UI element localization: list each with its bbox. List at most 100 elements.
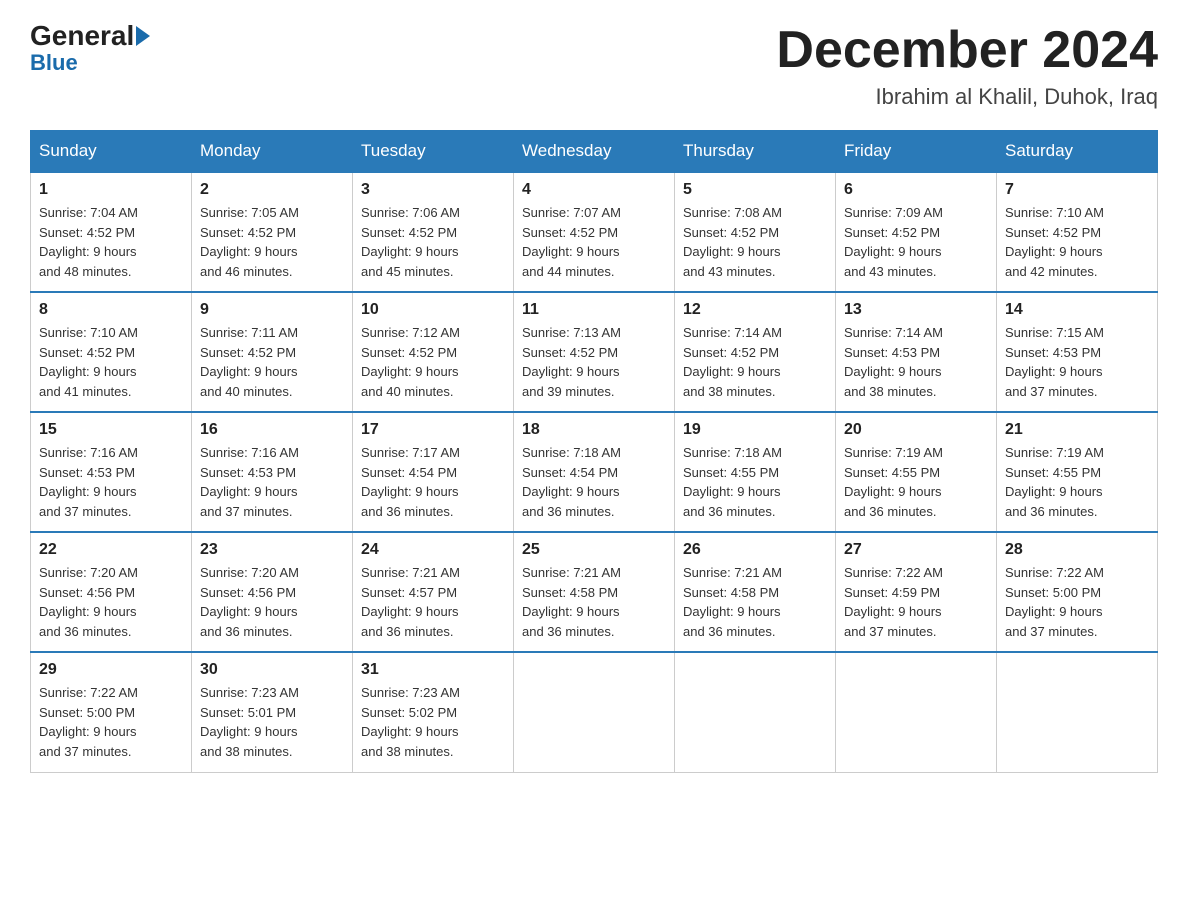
day-cell-empty xyxy=(997,652,1158,772)
day-info: Sunrise: 7:13 AMSunset: 4:52 PMDaylight:… xyxy=(522,323,666,401)
day-number: 14 xyxy=(1005,301,1149,319)
day-cell-13: 13 Sunrise: 7:14 AMSunset: 4:53 PMDaylig… xyxy=(836,292,997,412)
day-number: 22 xyxy=(39,541,183,559)
day-info: Sunrise: 7:06 AMSunset: 4:52 PMDaylight:… xyxy=(361,203,505,281)
day-info: Sunrise: 7:20 AMSunset: 4:56 PMDaylight:… xyxy=(200,563,344,641)
day-number: 7 xyxy=(1005,181,1149,199)
week-row-5: 29 Sunrise: 7:22 AMSunset: 5:00 PMDaylig… xyxy=(31,652,1158,772)
logo-blue-text: Blue xyxy=(30,50,78,76)
day-info: Sunrise: 7:09 AMSunset: 4:52 PMDaylight:… xyxy=(844,203,988,281)
day-cell-18: 18 Sunrise: 7:18 AMSunset: 4:54 PMDaylig… xyxy=(514,412,675,532)
day-info: Sunrise: 7:19 AMSunset: 4:55 PMDaylight:… xyxy=(844,443,988,521)
day-info: Sunrise: 7:22 AMSunset: 5:00 PMDaylight:… xyxy=(1005,563,1149,641)
day-cell-1: 1 Sunrise: 7:04 AMSunset: 4:52 PMDayligh… xyxy=(31,172,192,292)
day-number: 13 xyxy=(844,301,988,319)
day-cell-12: 12 Sunrise: 7:14 AMSunset: 4:52 PMDaylig… xyxy=(675,292,836,412)
day-info: Sunrise: 7:05 AMSunset: 4:52 PMDaylight:… xyxy=(200,203,344,281)
day-number: 12 xyxy=(683,301,827,319)
title-area: December 2024 Ibrahim al Khalil, Duhok, … xyxy=(776,20,1158,110)
day-cell-24: 24 Sunrise: 7:21 AMSunset: 4:57 PMDaylig… xyxy=(353,532,514,652)
day-cell-7: 7 Sunrise: 7:10 AMSunset: 4:52 PMDayligh… xyxy=(997,172,1158,292)
day-number: 18 xyxy=(522,421,666,439)
day-info: Sunrise: 7:20 AMSunset: 4:56 PMDaylight:… xyxy=(39,563,183,641)
day-number: 5 xyxy=(683,181,827,199)
day-number: 16 xyxy=(200,421,344,439)
day-number: 17 xyxy=(361,421,505,439)
day-cell-15: 15 Sunrise: 7:16 AMSunset: 4:53 PMDaylig… xyxy=(31,412,192,532)
day-cell-empty xyxy=(836,652,997,772)
day-info: Sunrise: 7:23 AMSunset: 5:01 PMDaylight:… xyxy=(200,683,344,761)
day-cell-21: 21 Sunrise: 7:19 AMSunset: 4:55 PMDaylig… xyxy=(997,412,1158,532)
day-cell-26: 26 Sunrise: 7:21 AMSunset: 4:58 PMDaylig… xyxy=(675,532,836,652)
weekday-header-wednesday: Wednesday xyxy=(514,131,675,173)
week-row-4: 22 Sunrise: 7:20 AMSunset: 4:56 PMDaylig… xyxy=(31,532,1158,652)
day-cell-empty xyxy=(675,652,836,772)
day-info: Sunrise: 7:16 AMSunset: 4:53 PMDaylight:… xyxy=(39,443,183,521)
day-number: 4 xyxy=(522,181,666,199)
day-number: 23 xyxy=(200,541,344,559)
day-info: Sunrise: 7:17 AMSunset: 4:54 PMDaylight:… xyxy=(361,443,505,521)
day-number: 9 xyxy=(200,301,344,319)
day-info: Sunrise: 7:21 AMSunset: 4:57 PMDaylight:… xyxy=(361,563,505,641)
day-number: 10 xyxy=(361,301,505,319)
weekday-header-tuesday: Tuesday xyxy=(353,131,514,173)
day-info: Sunrise: 7:18 AMSunset: 4:54 PMDaylight:… xyxy=(522,443,666,521)
weekday-header-friday: Friday xyxy=(836,131,997,173)
day-cell-17: 17 Sunrise: 7:17 AMSunset: 4:54 PMDaylig… xyxy=(353,412,514,532)
day-number: 19 xyxy=(683,421,827,439)
day-number: 11 xyxy=(522,301,666,319)
day-cell-19: 19 Sunrise: 7:18 AMSunset: 4:55 PMDaylig… xyxy=(675,412,836,532)
calendar-table: SundayMondayTuesdayWednesdayThursdayFrid… xyxy=(30,130,1158,773)
day-number: 3 xyxy=(361,181,505,199)
month-title: December 2024 xyxy=(776,20,1158,80)
location-subtitle: Ibrahim al Khalil, Duhok, Iraq xyxy=(776,84,1158,110)
day-info: Sunrise: 7:22 AMSunset: 5:00 PMDaylight:… xyxy=(39,683,183,761)
day-cell-27: 27 Sunrise: 7:22 AMSunset: 4:59 PMDaylig… xyxy=(836,532,997,652)
day-number: 15 xyxy=(39,421,183,439)
day-info: Sunrise: 7:04 AMSunset: 4:52 PMDaylight:… xyxy=(39,203,183,281)
week-row-1: 1 Sunrise: 7:04 AMSunset: 4:52 PMDayligh… xyxy=(31,172,1158,292)
day-cell-11: 11 Sunrise: 7:13 AMSunset: 4:52 PMDaylig… xyxy=(514,292,675,412)
logo: General Blue xyxy=(30,20,154,76)
header: General Blue December 2024 Ibrahim al Kh… xyxy=(30,20,1158,110)
day-cell-29: 29 Sunrise: 7:22 AMSunset: 5:00 PMDaylig… xyxy=(31,652,192,772)
day-number: 20 xyxy=(844,421,988,439)
day-info: Sunrise: 7:22 AMSunset: 4:59 PMDaylight:… xyxy=(844,563,988,641)
logo-blue-part xyxy=(134,26,154,46)
day-number: 2 xyxy=(200,181,344,199)
day-info: Sunrise: 7:19 AMSunset: 4:55 PMDaylight:… xyxy=(1005,443,1149,521)
day-cell-6: 6 Sunrise: 7:09 AMSunset: 4:52 PMDayligh… xyxy=(836,172,997,292)
day-info: Sunrise: 7:16 AMSunset: 4:53 PMDaylight:… xyxy=(200,443,344,521)
weekday-header-sunday: Sunday xyxy=(31,131,192,173)
day-cell-20: 20 Sunrise: 7:19 AMSunset: 4:55 PMDaylig… xyxy=(836,412,997,532)
day-number: 28 xyxy=(1005,541,1149,559)
week-row-3: 15 Sunrise: 7:16 AMSunset: 4:53 PMDaylig… xyxy=(31,412,1158,532)
day-number: 6 xyxy=(844,181,988,199)
day-info: Sunrise: 7:07 AMSunset: 4:52 PMDaylight:… xyxy=(522,203,666,281)
day-info: Sunrise: 7:21 AMSunset: 4:58 PMDaylight:… xyxy=(522,563,666,641)
day-number: 29 xyxy=(39,661,183,679)
weekday-header-thursday: Thursday xyxy=(675,131,836,173)
day-cell-3: 3 Sunrise: 7:06 AMSunset: 4:52 PMDayligh… xyxy=(353,172,514,292)
day-info: Sunrise: 7:10 AMSunset: 4:52 PMDaylight:… xyxy=(1005,203,1149,281)
day-cell-2: 2 Sunrise: 7:05 AMSunset: 4:52 PMDayligh… xyxy=(192,172,353,292)
day-number: 31 xyxy=(361,661,505,679)
day-cell-28: 28 Sunrise: 7:22 AMSunset: 5:00 PMDaylig… xyxy=(997,532,1158,652)
logo-triangle-icon xyxy=(136,26,150,46)
day-cell-23: 23 Sunrise: 7:20 AMSunset: 4:56 PMDaylig… xyxy=(192,532,353,652)
day-info: Sunrise: 7:15 AMSunset: 4:53 PMDaylight:… xyxy=(1005,323,1149,401)
day-number: 26 xyxy=(683,541,827,559)
day-cell-5: 5 Sunrise: 7:08 AMSunset: 4:52 PMDayligh… xyxy=(675,172,836,292)
day-cell-31: 31 Sunrise: 7:23 AMSunset: 5:02 PMDaylig… xyxy=(353,652,514,772)
day-number: 21 xyxy=(1005,421,1149,439)
week-row-2: 8 Sunrise: 7:10 AMSunset: 4:52 PMDayligh… xyxy=(31,292,1158,412)
day-info: Sunrise: 7:14 AMSunset: 4:52 PMDaylight:… xyxy=(683,323,827,401)
day-info: Sunrise: 7:23 AMSunset: 5:02 PMDaylight:… xyxy=(361,683,505,761)
day-cell-25: 25 Sunrise: 7:21 AMSunset: 4:58 PMDaylig… xyxy=(514,532,675,652)
day-info: Sunrise: 7:12 AMSunset: 4:52 PMDaylight:… xyxy=(361,323,505,401)
day-info: Sunrise: 7:21 AMSunset: 4:58 PMDaylight:… xyxy=(683,563,827,641)
day-cell-14: 14 Sunrise: 7:15 AMSunset: 4:53 PMDaylig… xyxy=(997,292,1158,412)
weekday-header-saturday: Saturday xyxy=(997,131,1158,173)
day-info: Sunrise: 7:08 AMSunset: 4:52 PMDaylight:… xyxy=(683,203,827,281)
day-cell-10: 10 Sunrise: 7:12 AMSunset: 4:52 PMDaylig… xyxy=(353,292,514,412)
